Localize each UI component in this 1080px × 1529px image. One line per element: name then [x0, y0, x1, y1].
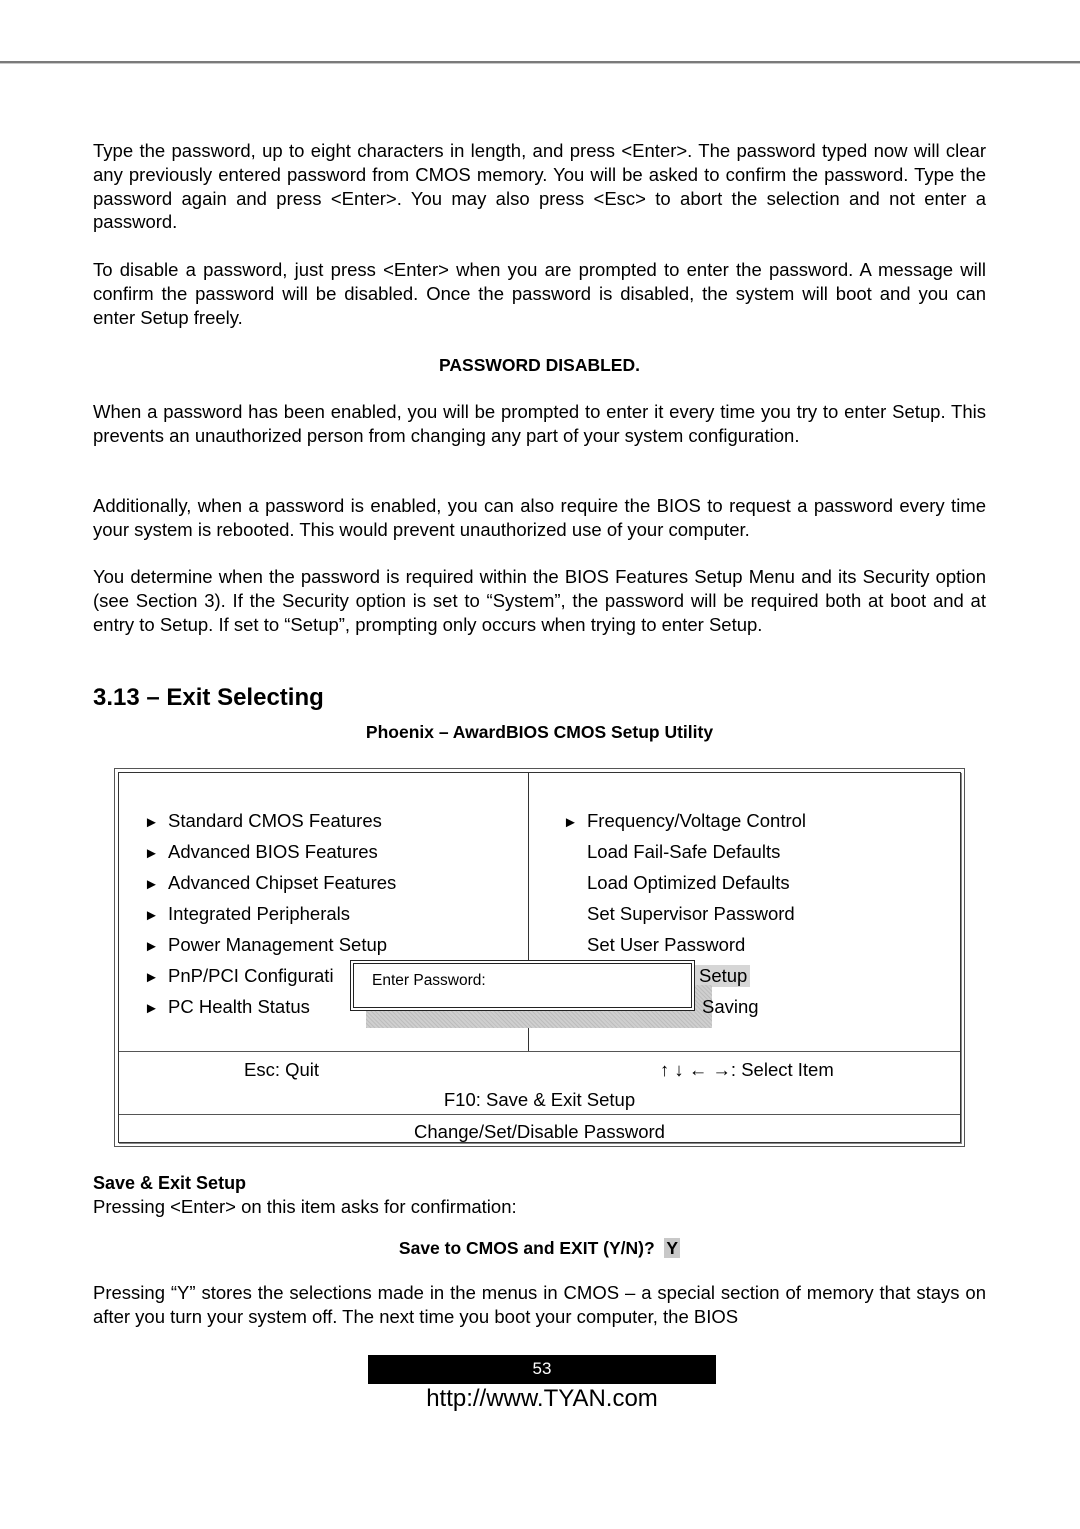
menu-item-load-optimized[interactable]: Load Optimized Defaults: [587, 872, 790, 894]
footer-url[interactable]: http://www.TYAN.com: [368, 1385, 716, 1413]
item-help-text: Change/Set/Disable Password: [414, 1121, 665, 1142]
submenu-arrow-icon: ►: [144, 845, 159, 862]
esc-quit-hint: Esc: Quit: [244, 1059, 320, 1080]
f10-save-exit-hint: F10: Save & Exit Setup: [443, 1089, 636, 1110]
menu-item-load-failsafe[interactable]: Load Fail-Safe Defaults: [587, 841, 780, 863]
confirm-answer: Y: [664, 1238, 681, 1258]
menu-item-integrated-peripherals[interactable]: ► Integrated Peripherals: [144, 903, 350, 927]
select-item-hint: ↑ ↓ ← →: Select Item: [660, 1059, 834, 1080]
submenu-arrow-icon: ►: [144, 938, 159, 955]
password-prompt-label: Enter Password:: [372, 972, 486, 989]
menu-item-power-management[interactable]: ► Power Management Setup: [144, 934, 387, 958]
paragraph-save-explanation: Pressing “Y” stores the selections made …: [93, 1282, 986, 1327]
menu-item-exit-without-saving[interactable]: Saving: [702, 996, 759, 1018]
page-number: 53: [368, 1355, 716, 1384]
menu-item-standard-cmos[interactable]: ► Standard CMOS Features: [144, 810, 382, 834]
footer-divider: [119, 1051, 960, 1052]
paragraph-password-entry: Type the password, up to eight character…: [93, 140, 986, 233]
menu-item-set-supervisor-password[interactable]: Set Supervisor Password: [587, 903, 795, 925]
paragraph-password-enabled: When a password has been enabled, you wi…: [93, 401, 986, 446]
menu-item-save-exit-setup[interactable]: Setup: [695, 965, 751, 987]
paragraph-disable-password: To disable a password, just press <Enter…: [93, 259, 986, 328]
submenu-arrow-icon: ►: [144, 969, 159, 986]
paragraph-security-option: You determine when the password is requi…: [93, 566, 986, 635]
save-exit-heading: Save & Exit Setup: [93, 1173, 247, 1193]
enter-password-dialog[interactable]: Enter Password:: [350, 960, 695, 1011]
section-title: 3.13 – Exit Selecting: [93, 684, 324, 711]
menu-item-set-user-password[interactable]: Set User Password: [587, 934, 745, 956]
save-exit-intro: Pressing <Enter> on this item asks for c…: [93, 1196, 517, 1217]
header-rule: [0, 61, 1080, 64]
menu-item-frequency-voltage[interactable]: ► Frequency/Voltage Control: [563, 810, 806, 834]
submenu-arrow-icon: ►: [144, 907, 159, 924]
menu-item-pnp-pci[interactable]: ► PnP/PCI Configurati: [144, 965, 334, 989]
submenu-arrow-icon: ►: [144, 1000, 159, 1017]
menu-item-advanced-chipset[interactable]: ► Advanced Chipset Features: [144, 872, 396, 896]
password-disabled-heading: PASSWORD DISABLED.: [439, 355, 640, 375]
submenu-arrow-icon: ►: [144, 814, 159, 831]
save-confirm-prompt: Save to CMOS and EXIT (Y/N)? Y: [398, 1238, 681, 1258]
menu-item-advanced-bios[interactable]: ► Advanced BIOS Features: [144, 841, 378, 865]
menu-item-pc-health[interactable]: ► PC Health Status: [144, 996, 310, 1020]
submenu-arrow-icon: ►: [563, 814, 578, 831]
submenu-arrow-icon: ►: [144, 876, 159, 893]
bios-caption: Phoenix – AwardBIOS CMOS Setup Utility: [365, 722, 714, 742]
help-divider: [119, 1114, 960, 1115]
paragraph-boot-password: Additionally, when a password is enabled…: [93, 495, 986, 540]
